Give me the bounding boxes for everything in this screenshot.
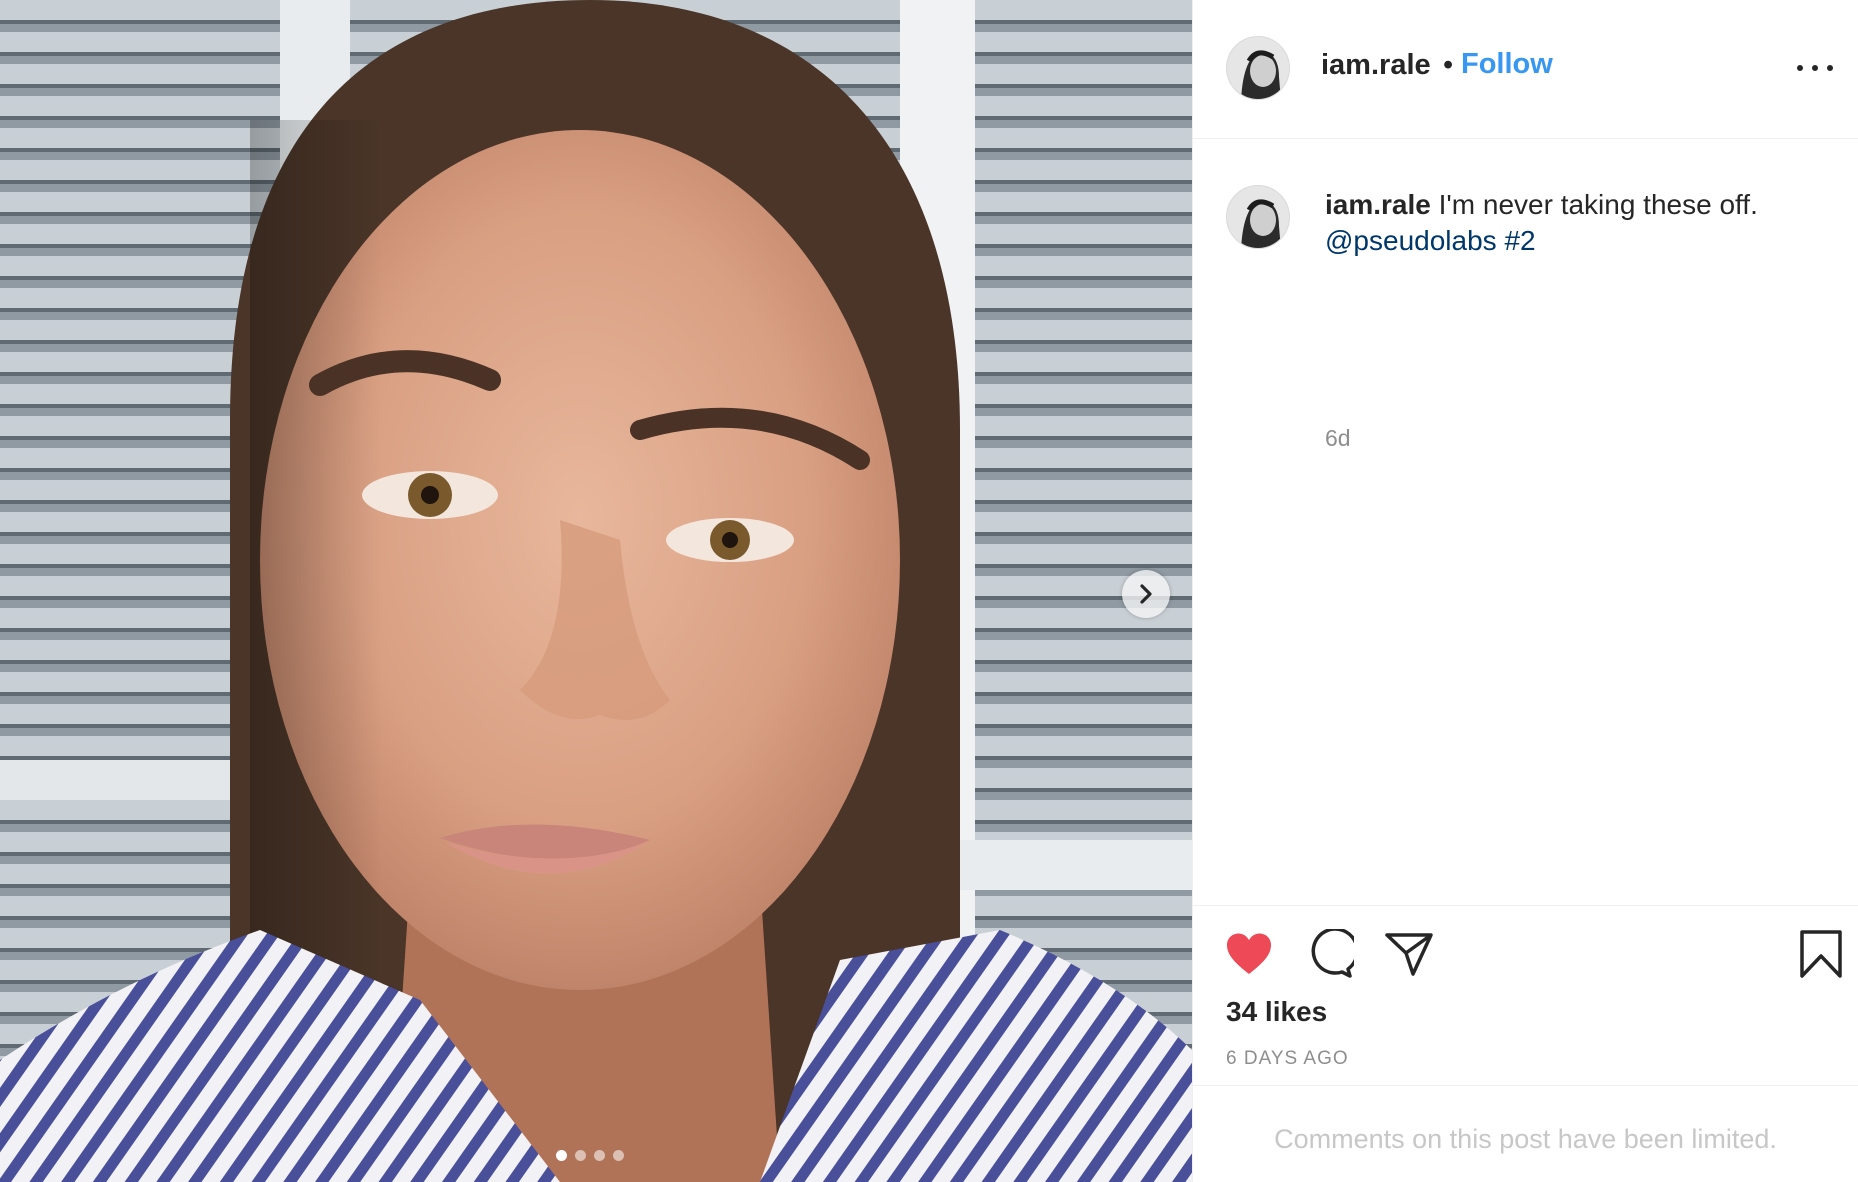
carousel-dot <box>613 1150 624 1161</box>
caption-timestamp[interactable]: 6d <box>1325 425 1351 452</box>
carousel-dot-active <box>556 1150 567 1161</box>
carousel-indicator <box>556 1150 624 1161</box>
caption-avatar[interactable] <box>1226 185 1290 249</box>
heart-filled-icon <box>1227 933 1271 974</box>
post-photo <box>0 0 1192 1182</box>
action-bar <box>1223 928 1435 980</box>
caption-username[interactable]: iam.rale <box>1325 189 1431 220</box>
caption-section: iam.rale I'm never taking these off. @ps… <box>1193 139 1858 905</box>
follow-button[interactable]: Follow <box>1461 48 1553 81</box>
author-avatar[interactable] <box>1226 36 1290 100</box>
comment-bubble-icon <box>1311 929 1354 978</box>
like-count[interactable]: 34 likes <box>1226 996 1327 1028</box>
caption-text: I'm never taking these off. <box>1438 189 1758 220</box>
comment-button[interactable] <box>1303 928 1355 980</box>
like-button[interactable] <box>1223 928 1275 980</box>
caption-mention-link[interactable]: @pseudolabs <box>1325 225 1497 256</box>
share-button[interactable] <box>1383 928 1435 980</box>
avatar-image <box>1227 186 1289 248</box>
avatar-image <box>1227 37 1289 99</box>
chevron-right-icon <box>1140 584 1152 604</box>
instagram-post: iam.rale • Follow iam.rale I'm never tak… <box>0 0 1858 1182</box>
comments-limited-text: Comments on this post have been limited. <box>1274 1123 1777 1154</box>
comments-limited-notice: Comments on this post have been limited. <box>1193 1085 1858 1182</box>
carousel-dot <box>575 1150 586 1161</box>
more-options-icon[interactable] <box>1797 56 1833 80</box>
carousel-dot <box>594 1150 605 1161</box>
next-slide-button[interactable] <box>1122 570 1170 618</box>
post-header: iam.rale • Follow <box>1193 0 1858 139</box>
post-caption: iam.rale I'm never taking these off. @ps… <box>1325 187 1825 259</box>
header-separator: • <box>1443 49 1454 81</box>
caption-hashtag-link[interactable]: #2 <box>1504 225 1535 256</box>
post-date[interactable]: 6 DAYS AGO <box>1226 1048 1349 1070</box>
save-button[interactable] <box>1795 928 1847 980</box>
author-username[interactable]: iam.rale <box>1321 49 1431 82</box>
post-side-panel: iam.rale • Follow iam.rale I'm never tak… <box>1192 0 1858 1182</box>
paper-plane-icon <box>1385 933 1433 976</box>
post-media[interactable] <box>0 0 1192 1182</box>
post-actions-section: 34 likes 6 DAYS AGO <box>1193 905 1858 1085</box>
bookmark-icon <box>1800 930 1842 978</box>
